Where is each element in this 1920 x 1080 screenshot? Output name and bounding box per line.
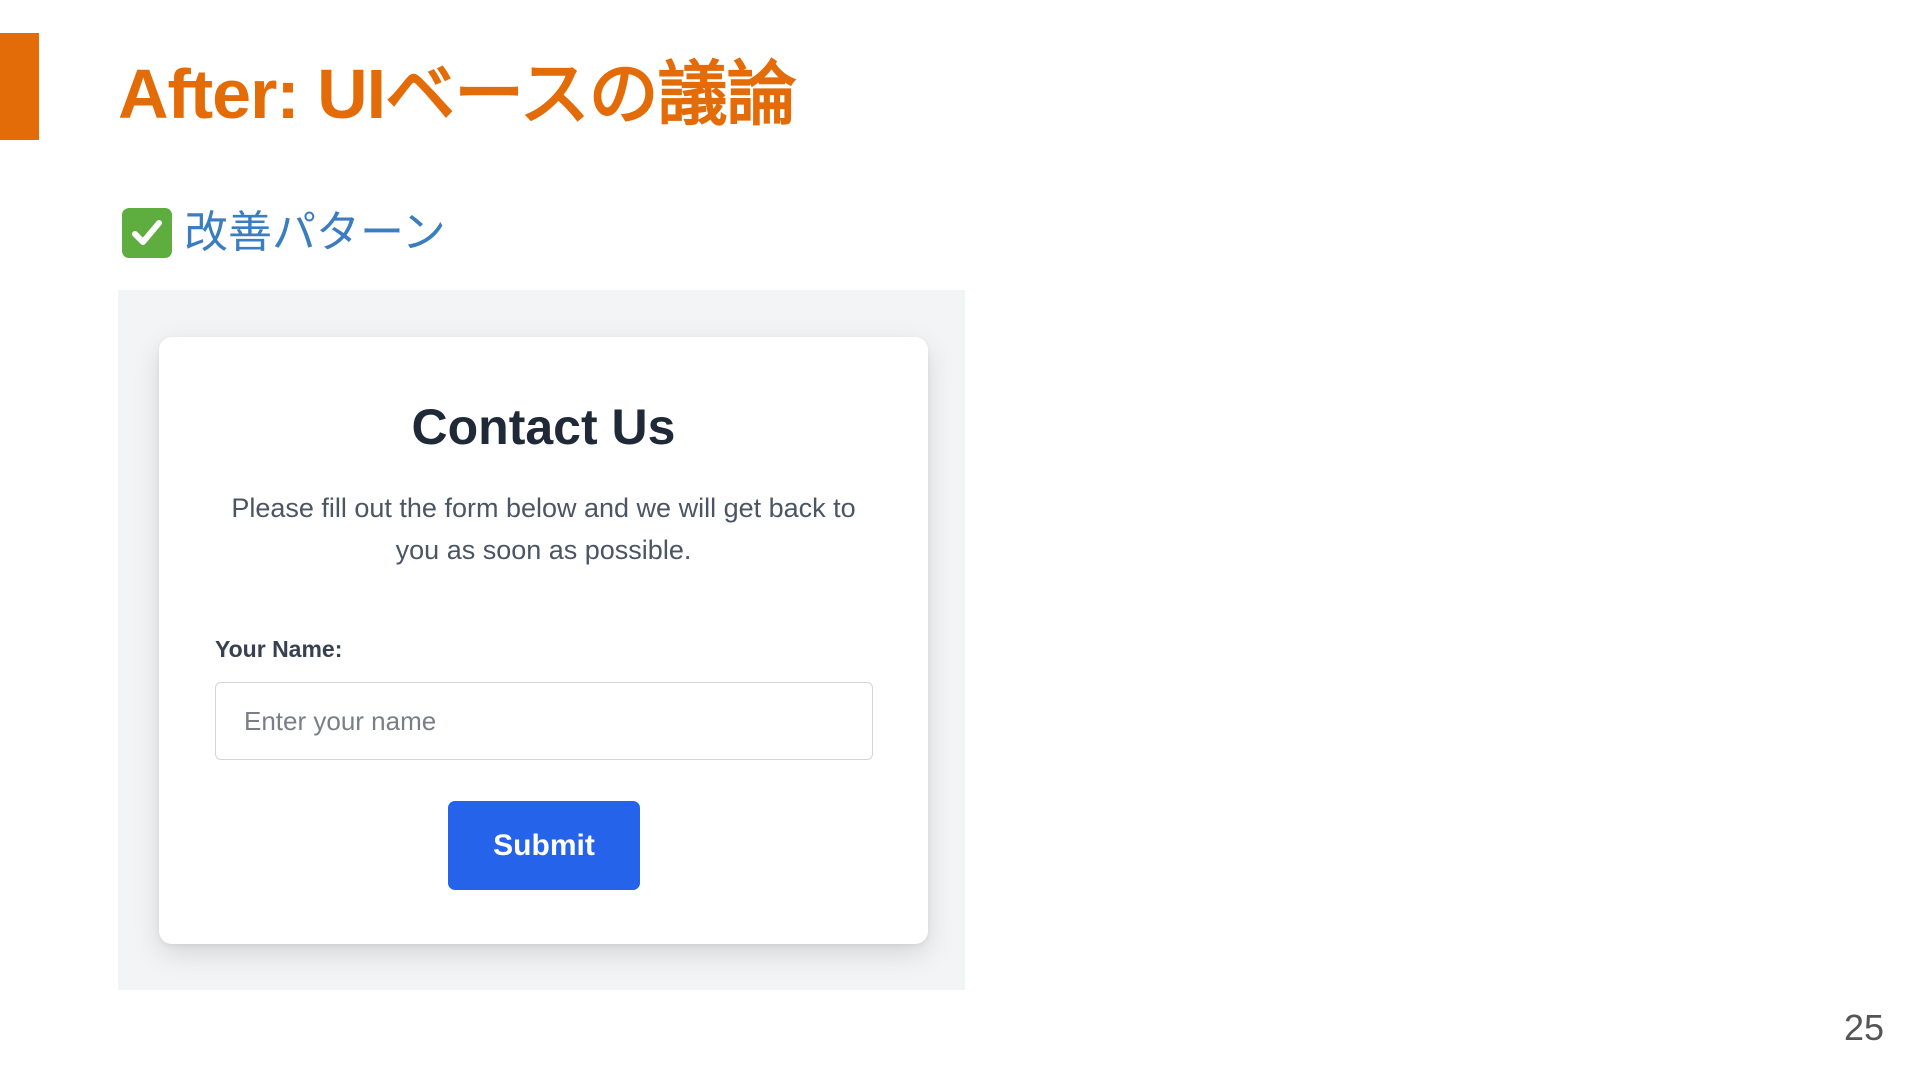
ui-screenshot-panel: Contact Us Please fill out the form belo… xyxy=(118,290,965,990)
name-label: Your Name: xyxy=(215,636,343,662)
title-accent-bar xyxy=(0,33,39,140)
contact-form-card: Contact Us Please fill out the form belo… xyxy=(159,337,928,944)
page-number: 25 xyxy=(1843,1007,1884,1048)
slide: After: UIベースの議論 改善パターン Contact Us Please… xyxy=(0,0,1920,1080)
name-input[interactable] xyxy=(215,682,873,760)
check-mark-glyph xyxy=(132,220,162,245)
subtitle-row: 改善パターン xyxy=(122,205,446,261)
subtitle-text: 改善パターン xyxy=(184,208,446,257)
check-mark-icon xyxy=(122,208,172,258)
submit-button[interactable]: Submit xyxy=(448,801,640,890)
form-heading: Contact Us xyxy=(411,399,676,455)
slide-title: After: UIベースの議論 xyxy=(118,55,797,133)
form-description: Please fill out the form below and we wi… xyxy=(231,493,856,565)
